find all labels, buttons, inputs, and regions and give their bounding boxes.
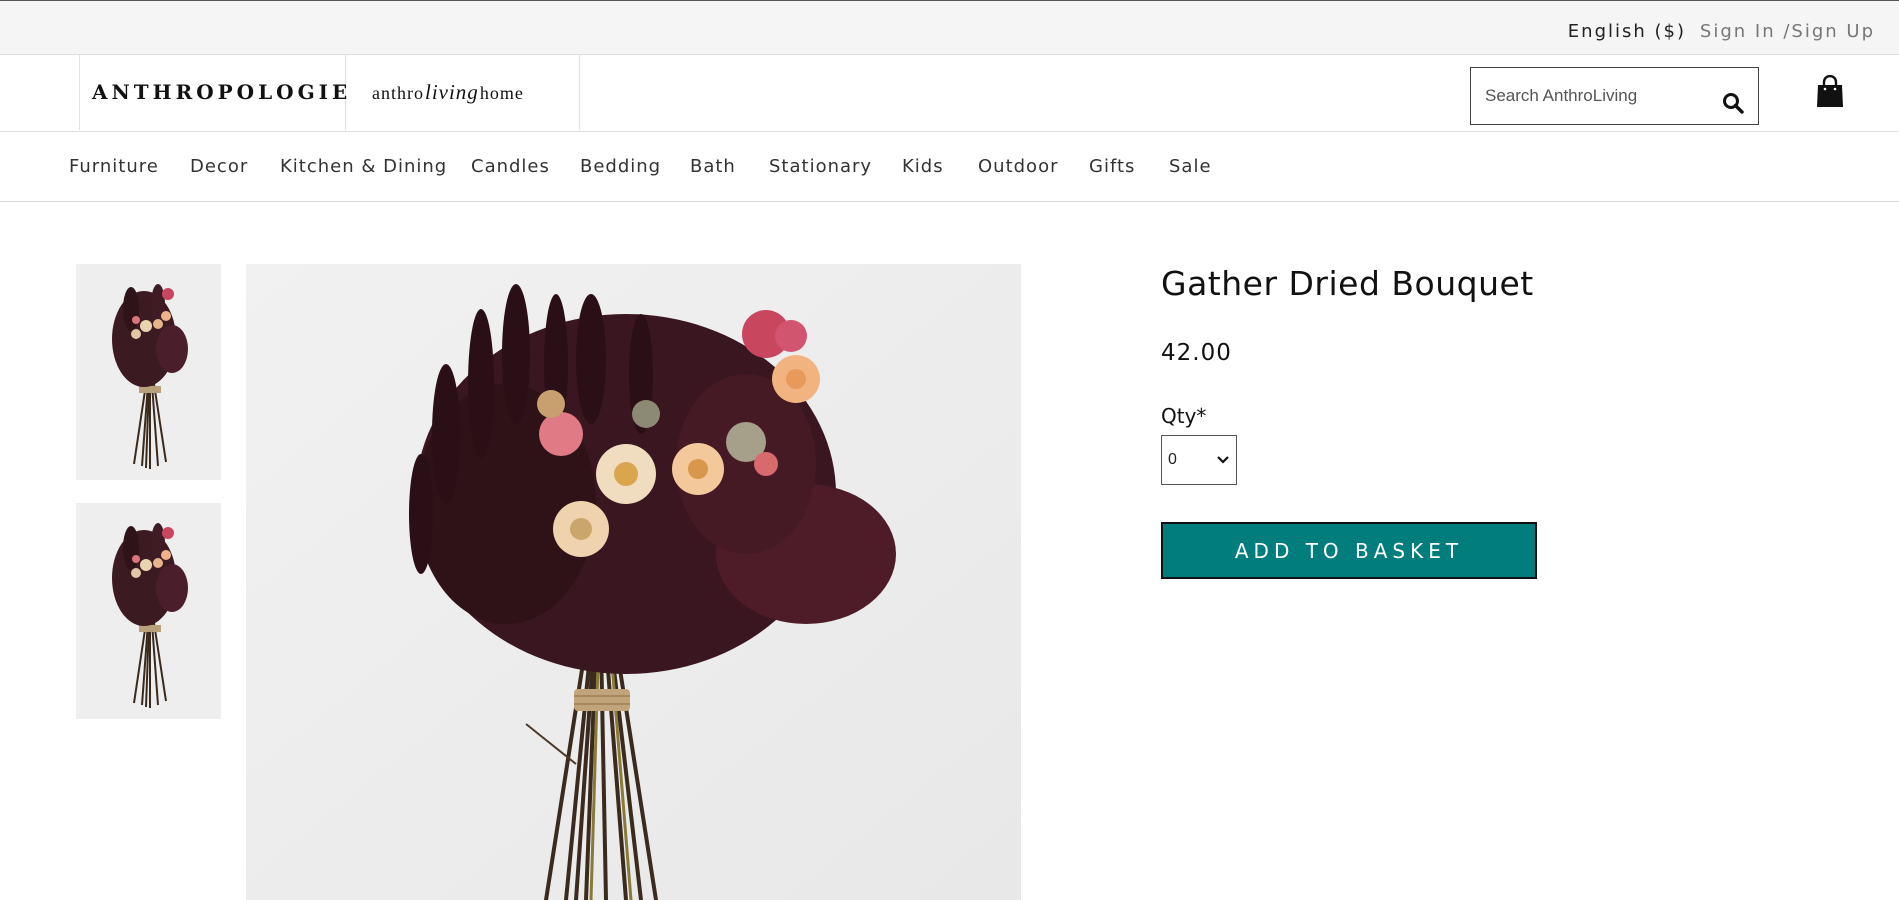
search-box [1470, 67, 1759, 125]
nav-item-furniture[interactable]: Furniture [69, 156, 159, 177]
product-thumbnail-2[interactable] [76, 503, 221, 719]
anthroliving-logo-link[interactable]: anthrolivinghome [346, 55, 580, 130]
nav-item-bath[interactable]: Bath [690, 156, 736, 177]
product-title: Gather Dried Bouquet [1161, 264, 1534, 303]
search-icon[interactable] [1722, 92, 1744, 114]
anthropologie-logo: ANTHROPOLOGIE [92, 80, 352, 104]
product-thumbnail-1[interactable] [76, 264, 221, 480]
product-price: 42.00 [1161, 340, 1232, 366]
product-main-image[interactable] [246, 264, 1021, 900]
chevron-down-icon [1217, 456, 1229, 464]
bouquet-image [246, 264, 1021, 900]
shopping-bag-icon[interactable] [1815, 75, 1845, 109]
nav-item-outdoor[interactable]: Outdoor [978, 156, 1059, 177]
anthroliving-logo: anthrolivinghome [372, 80, 524, 104]
add-to-basket-button[interactable]: ADD TO BASKET [1161, 522, 1537, 579]
nav-item-stationary[interactable]: Stationary [769, 156, 872, 177]
category-nav: Furniture Decor Kitchen & Dining Candles… [0, 132, 1899, 202]
quantity-value: 0 [1168, 451, 1177, 468]
search-input[interactable] [1471, 68, 1701, 124]
nav-item-sale[interactable]: Sale [1169, 156, 1212, 177]
sign-in-sign-up-link[interactable]: Sign In /Sign Up [1700, 21, 1875, 42]
nav-item-decor[interactable]: Decor [190, 156, 248, 177]
quantity-select[interactable]: 0 [1161, 435, 1237, 485]
nav-item-kids[interactable]: Kids [902, 156, 944, 177]
site-header: ANTHROPOLOGIE anthrolivinghome [0, 55, 1899, 132]
bouquet-thumbnail-image [76, 264, 221, 480]
nav-item-candles[interactable]: Candles [471, 156, 550, 177]
nav-item-bedding[interactable]: Bedding [580, 156, 661, 177]
utility-bar: English ($) Sign In /Sign Up [0, 0, 1899, 55]
nav-item-gifts[interactable]: Gifts [1089, 156, 1135, 177]
quantity-label: Qty* [1161, 404, 1207, 428]
language-selector[interactable]: English ($) [1568, 21, 1686, 42]
bouquet-thumbnail-image [76, 503, 221, 719]
anthropologie-logo-link[interactable]: ANTHROPOLOGIE [79, 55, 347, 130]
nav-item-kitchen-dining[interactable]: Kitchen & Dining [280, 156, 447, 177]
